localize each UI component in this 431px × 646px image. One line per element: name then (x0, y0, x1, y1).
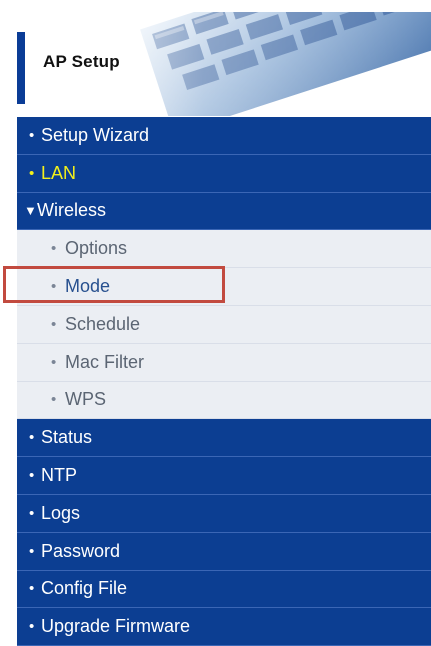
menu-item-label: Logs (41, 502, 81, 523)
menu-item-upgrade-firmware[interactable]: • Upgrade Firmware (17, 608, 431, 646)
header-banner: AP Setup (17, 12, 431, 116)
bullet-icon: • (51, 278, 57, 296)
menu-item-lan[interactable]: • LAN (17, 154, 431, 193)
submenu-item-label: Options (65, 238, 128, 259)
bullet-icon: • (29, 164, 35, 182)
menu-item-label: Wireless (37, 200, 107, 221)
submenu-item-mac-filter[interactable]: • Mac Filter (17, 343, 431, 382)
page-title: AP Setup (43, 52, 120, 71)
bullet-icon: • (29, 504, 35, 522)
bullet-icon: • (29, 429, 35, 447)
submenu-item-label: WPS (65, 389, 107, 410)
submenu-item-schedule[interactable]: • Schedule (17, 305, 431, 344)
bullet-icon: • (29, 618, 35, 636)
menu-item-password[interactable]: • Password (17, 532, 431, 571)
menu-item-label: Config File (41, 578, 128, 599)
menu-item-label: Setup Wizard (41, 124, 150, 145)
submenu-item-wps[interactable]: • WPS (17, 381, 431, 420)
menu-item-setup-wizard[interactable]: • Setup Wizard (17, 117, 431, 155)
menu-item-logs[interactable]: • Logs (17, 494, 431, 533)
menu-item-ntp[interactable]: • NTP (17, 457, 431, 495)
bullet-icon: • (29, 126, 35, 144)
bullet-icon: • (51, 315, 57, 333)
triangle-down-icon: ▼ (24, 203, 37, 219)
menu-item-wireless[interactable]: ▼ Wireless (17, 192, 431, 231)
menu-item-status[interactable]: • Status (17, 419, 431, 458)
menu-item-label: Upgrade Firmware (41, 616, 191, 637)
bullet-icon: • (51, 391, 57, 409)
menu-item-label: Password (41, 540, 121, 561)
submenu-item-label: Mode (65, 276, 111, 297)
menu-item-label: NTP (41, 465, 77, 486)
sidebar-menu: • Setup Wizard • LAN ▼ Wireless • Option… (17, 117, 431, 646)
bullet-icon: • (51, 353, 57, 371)
menu-item-label: LAN (41, 162, 77, 183)
header-accent-bar (17, 32, 25, 104)
bullet-icon: • (29, 542, 35, 560)
bullet-icon: • (29, 580, 35, 598)
submenu-item-label: Schedule (65, 313, 141, 334)
menu-item-label: Status (41, 427, 93, 448)
submenu-item-options[interactable]: • Options (17, 230, 431, 269)
submenu-item-mode[interactable]: • Mode (17, 268, 431, 306)
submenu-item-label: Mac Filter (65, 351, 145, 372)
bullet-icon: • (51, 240, 57, 258)
menu-item-config-file[interactable]: • Config File (17, 570, 431, 609)
bullet-icon: • (29, 467, 35, 485)
